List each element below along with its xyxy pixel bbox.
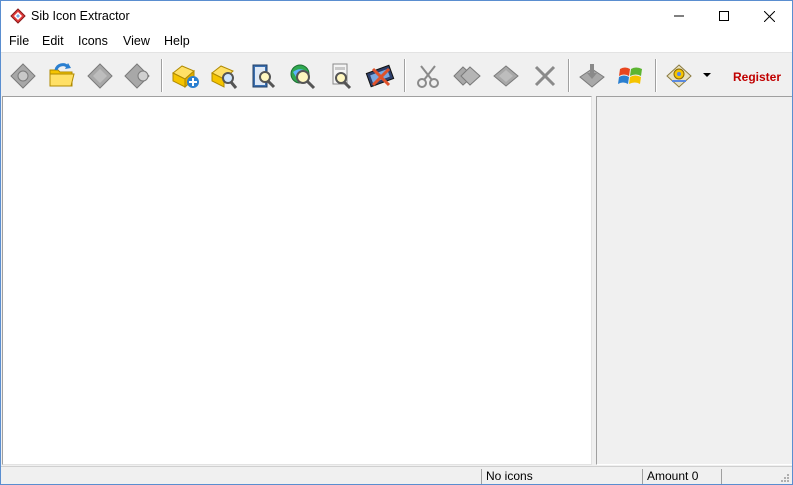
status-amount: Amount 0: [642, 469, 721, 484]
menu-help[interactable]: Help: [164, 34, 190, 48]
cut-button[interactable]: [411, 59, 445, 93]
settings-icon: [666, 64, 692, 88]
menu-icons[interactable]: Icons: [78, 34, 108, 48]
gray-diamond-button[interactable]: [83, 59, 117, 93]
settings-button[interactable]: [662, 59, 696, 93]
gear-gray-button[interactable]: [6, 59, 40, 93]
open-folder-icon: [49, 63, 75, 87]
add-folder-button[interactable]: [168, 59, 202, 93]
save-button[interactable]: [575, 59, 609, 93]
cut-icon: [417, 65, 439, 88]
search-folder-icon: [211, 65, 238, 89]
status-bar: No icons Amount 0: [1, 466, 792, 484]
status-icons-count: No icons: [481, 469, 642, 484]
maximize-button[interactable]: [701, 1, 747, 31]
gray-search-diamond-button[interactable]: [121, 59, 155, 93]
toolbar: Register: [1, 52, 792, 97]
gray-search-diamond-icon: [124, 63, 150, 89]
menu-bar: File Edit Icons View Help: [1, 31, 792, 52]
search-book-icon: [252, 64, 276, 89]
minimize-button[interactable]: [656, 1, 702, 31]
toolbar-separator: [161, 59, 163, 92]
search-file-button[interactable]: [324, 59, 358, 93]
paste-button[interactable]: [489, 59, 523, 93]
paste-icon: [493, 65, 519, 87]
save-icon: [579, 64, 605, 88]
gray-diamond-icon: [87, 63, 113, 89]
chevron-down-icon[interactable]: [703, 73, 711, 77]
toolbar-separator: [404, 59, 406, 92]
icon-list-pane[interactable]: [2, 96, 592, 465]
delete-icon: [534, 65, 556, 87]
menu-view[interactable]: View: [123, 34, 150, 48]
search-file-icon: [332, 63, 352, 90]
copy-button[interactable]: [450, 59, 484, 93]
app-window: Sib Icon Extractor File Edit Icons View …: [0, 0, 793, 485]
resize-grip-icon[interactable]: [780, 473, 790, 483]
search-book-button[interactable]: [246, 59, 280, 93]
close-icon: [763, 10, 775, 22]
search-web-button[interactable]: [285, 59, 319, 93]
windows-logo-icon: [618, 67, 642, 84]
toolbar-separator: [568, 59, 570, 92]
windows-button[interactable]: [614, 59, 648, 93]
maximize-icon: [719, 11, 729, 21]
preview-pane[interactable]: [596, 96, 792, 465]
add-folder-icon: [172, 65, 199, 89]
title-bar[interactable]: Sib Icon Extractor: [1, 1, 792, 31]
minimize-icon: [674, 15, 684, 17]
menu-edit[interactable]: Edit: [42, 34, 64, 48]
menu-file[interactable]: File: [9, 34, 29, 48]
close-button[interactable]: [746, 1, 792, 31]
search-web-icon: [290, 64, 316, 90]
app-logo-icon: [10, 8, 26, 24]
delete-button[interactable]: [528, 59, 562, 93]
film-extract-icon: [365, 64, 395, 88]
window-title: Sib Icon Extractor: [31, 9, 130, 23]
gear-gray-icon: [10, 63, 36, 89]
copy-icon: [453, 66, 481, 86]
open-folder-button[interactable]: [44, 59, 78, 93]
status-empty-panel: [721, 469, 786, 484]
search-folder-button[interactable]: [207, 59, 241, 93]
film-extract-button[interactable]: [363, 59, 397, 93]
register-link[interactable]: Register: [733, 70, 781, 84]
toolbar-separator: [655, 59, 657, 92]
